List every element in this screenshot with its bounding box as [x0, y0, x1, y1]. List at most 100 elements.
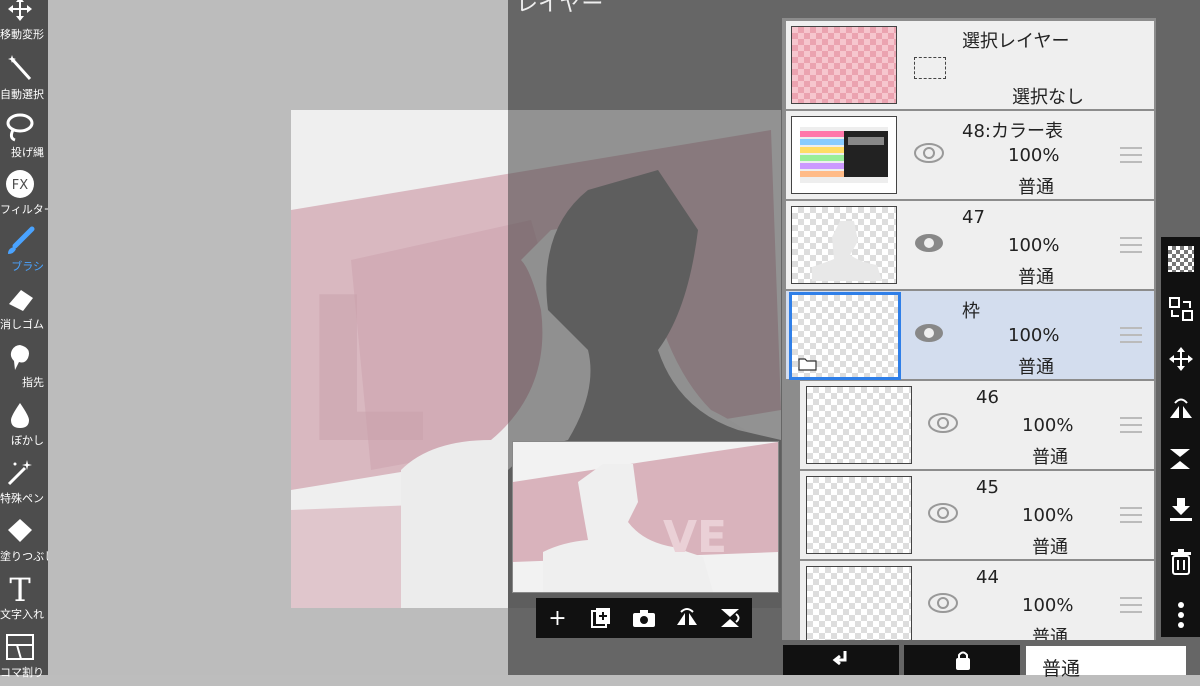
- tool-label: ぼかし: [11, 434, 44, 447]
- layer-row-selected[interactable]: 枠 100% 普通: [786, 291, 1154, 380]
- lock-button[interactable]: [904, 645, 1020, 675]
- drag-handle-icon[interactable]: [1120, 597, 1142, 613]
- layer-blend-mode: 普通: [1018, 357, 1054, 378]
- visibility-eye-icon[interactable]: [914, 232, 944, 254]
- layer-opacity: 100%: [1022, 595, 1074, 616]
- tool-label: 投げ縄: [11, 146, 44, 159]
- layer-thumbnail: [791, 26, 897, 104]
- tool-finger[interactable]: 指先: [0, 338, 48, 396]
- tool-label: フィルター: [0, 203, 48, 216]
- drag-handle-icon[interactable]: [1120, 417, 1142, 433]
- layer-name: 選択レイヤー: [962, 31, 1070, 52]
- tool-bar: 移動変形自動選択投げ縄 FX フィルターブラシ消しゴム指先ぼかし特殊ペン塗りつぶし T…: [0, 0, 48, 679]
- layer-name: 枠: [962, 301, 980, 322]
- layer-name: 48:カラー表: [962, 121, 1063, 142]
- layer-panel: 選択レイヤー 選択なし 48:カラー表 100% 普通 47 100% 普通 枠…: [782, 18, 1156, 640]
- tool-fx[interactable]: FX フィルター: [0, 165, 48, 223]
- folder-icon: [798, 358, 817, 371]
- tool-magic-wand[interactable]: 自動選択: [0, 50, 48, 108]
- flip-icon[interactable]: [1161, 389, 1200, 429]
- drag-handle-icon[interactable]: [1120, 507, 1142, 523]
- move-layer-icon[interactable]: [1161, 339, 1200, 379]
- layer-blend-mode: 普通: [1018, 177, 1054, 198]
- layer-name: 47: [962, 207, 985, 228]
- clip-arrow-icon: [832, 651, 847, 666]
- add-layer-icon[interactable]: +: [536, 598, 579, 638]
- brush-icon: [0, 224, 40, 258]
- magic-wand-icon: [0, 52, 40, 86]
- visibility-eye-icon[interactable]: [914, 322, 944, 344]
- layer-thumbnail: [806, 386, 912, 464]
- visibility-eye-icon[interactable]: [928, 502, 958, 524]
- drag-handle-icon[interactable]: [1120, 327, 1142, 343]
- tool-text[interactable]: T 文字入れ: [0, 570, 48, 628]
- layer-row[interactable]: 46 100% 普通: [800, 381, 1154, 469]
- special-pen-icon: [0, 456, 40, 490]
- drag-handle-icon[interactable]: [1120, 237, 1142, 253]
- svg-text:T: T: [9, 573, 31, 605]
- layer-opacity: 100%: [1008, 325, 1060, 346]
- text-icon: T: [0, 572, 40, 606]
- blend-mode-value: 普通: [1042, 658, 1081, 680]
- flip-horizontal-icon[interactable]: [665, 598, 708, 638]
- tool-eraser[interactable]: 消しゴム: [0, 280, 48, 338]
- tool-label: 自動選択: [0, 88, 44, 101]
- clipping-button[interactable]: [783, 645, 899, 675]
- tool-blur[interactable]: ぼかし: [0, 396, 48, 454]
- svg-text:VE: VE: [663, 512, 727, 563]
- tool-label: 消しゴム: [0, 318, 44, 331]
- layer-blend-mode: 普通: [1032, 627, 1068, 640]
- visibility-eye-icon[interactable]: [914, 142, 944, 164]
- preview-toolbar: +: [536, 598, 752, 638]
- tool-move[interactable]: 移動変形: [0, 0, 48, 48]
- layer-opacity: 100%: [1008, 145, 1060, 166]
- transparency-icon[interactable]: [1161, 239, 1200, 279]
- layer-thumbnail: [789, 292, 901, 380]
- layer-row-selection[interactable]: 選択レイヤー 選択なし: [786, 21, 1154, 109]
- layer-opacity: 100%: [1022, 505, 1074, 526]
- svg-text:FX: FX: [12, 178, 28, 193]
- layer-select-icon[interactable]: [1161, 289, 1200, 329]
- drag-handle-icon[interactable]: [1120, 147, 1142, 163]
- layer-thumbnail: [791, 206, 897, 284]
- fx-icon: FX: [0, 167, 40, 201]
- trash-icon[interactable]: [1161, 542, 1200, 582]
- blend-mode-select[interactable]: 普通: [1026, 646, 1186, 680]
- tool-lasso[interactable]: 投げ縄: [0, 108, 48, 166]
- layer-opacity: 100%: [1022, 415, 1074, 436]
- layer-row[interactable]: 47 100% 普通: [786, 201, 1154, 289]
- tool-fill[interactable]: 塗りつぶし: [0, 512, 48, 570]
- layer-name: 46: [976, 387, 999, 408]
- visibility-eye-icon[interactable]: [928, 592, 958, 614]
- finger-icon: [0, 340, 40, 374]
- flip-vertical-icon[interactable]: [1161, 439, 1200, 479]
- layer-name: 45: [976, 477, 999, 498]
- tool-label: 指先: [22, 376, 44, 389]
- layer-thumbnail: [806, 566, 912, 640]
- tool-special-pen[interactable]: 特殊ペン: [0, 454, 48, 512]
- rotate-icon[interactable]: [708, 598, 751, 638]
- layer-blend-mode: 普通: [1018, 267, 1054, 288]
- tool-frame-divider[interactable]: コマ割り: [0, 628, 48, 686]
- tool-label: コマ割り: [0, 666, 44, 679]
- lock-icon: [956, 651, 970, 670]
- tool-brush[interactable]: ブラシ: [0, 222, 48, 280]
- lasso-icon: [0, 110, 40, 144]
- layer-window-title: レイヤー: [516, 0, 604, 17]
- visibility-eye-icon[interactable]: [928, 412, 958, 434]
- layer-blend-mode: 普通: [1032, 447, 1068, 468]
- layer-row[interactable]: 44 100% 普通: [800, 561, 1154, 640]
- camera-icon[interactable]: [622, 598, 665, 638]
- layer-blend-mode: 普通: [1032, 537, 1068, 558]
- svg-text:L: L: [301, 255, 428, 488]
- layer-row[interactable]: 45 100% 普通: [800, 471, 1154, 559]
- fill-icon: [0, 514, 40, 548]
- layer-row[interactable]: 48:カラー表 100% 普通: [786, 111, 1154, 199]
- add-special-layer-icon[interactable]: [579, 598, 622, 638]
- blur-icon: [0, 398, 40, 432]
- more-icon[interactable]: [1161, 595, 1200, 635]
- layer-tools-column: [1161, 237, 1200, 637]
- merge-down-icon[interactable]: [1161, 489, 1200, 529]
- navigator-preview[interactable]: VE: [512, 441, 779, 593]
- layer-opacity: 100%: [1008, 235, 1060, 256]
